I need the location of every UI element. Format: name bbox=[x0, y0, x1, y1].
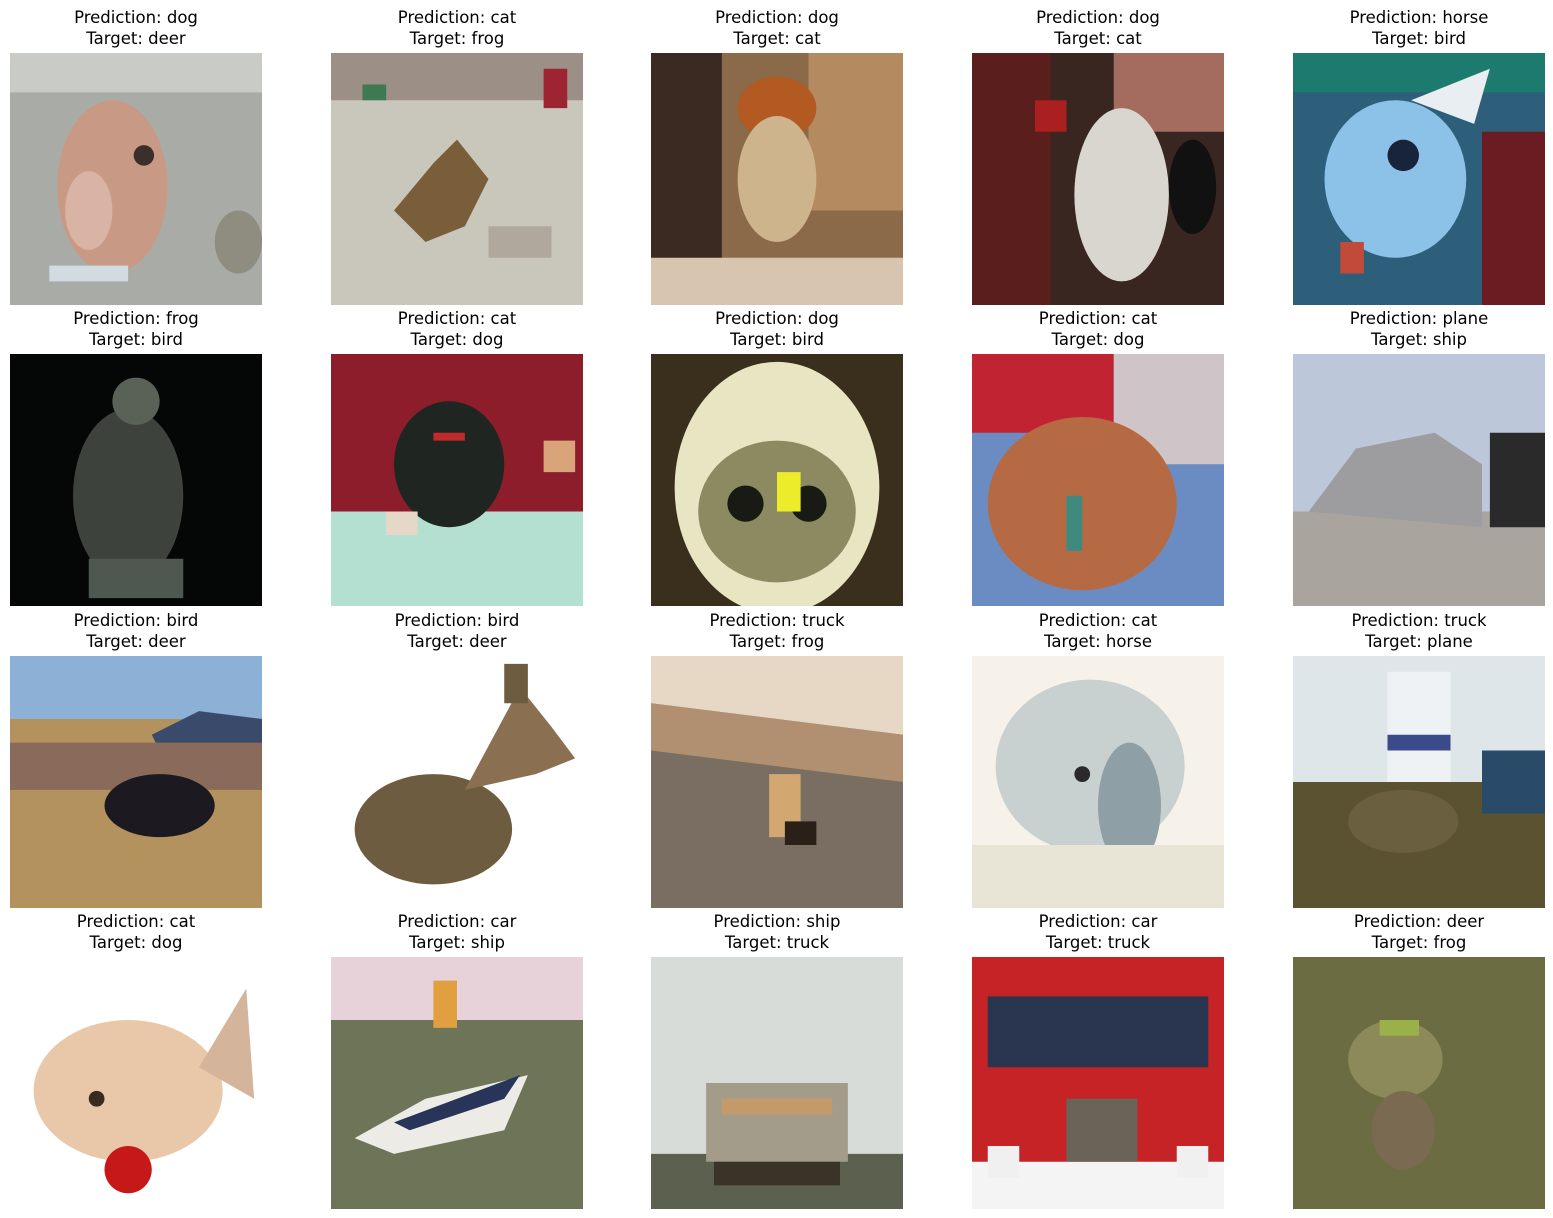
sample-title: Prediction: cat Target: dog bbox=[932, 308, 1264, 350]
target-label: Target: frog bbox=[729, 632, 825, 651]
target-label: Target: bird bbox=[89, 330, 183, 349]
target-label: Target: truck bbox=[724, 933, 830, 952]
sample-title: Prediction: truck Target: plane bbox=[1253, 610, 1553, 652]
sample-title: Prediction: car Target: truck bbox=[932, 911, 1264, 953]
sample-title: Prediction: dog Target: cat bbox=[932, 7, 1264, 49]
sample-title: Prediction: dog Target: deer bbox=[0, 7, 302, 49]
target-label: Target: ship bbox=[1371, 330, 1467, 349]
sample-title: Prediction: bird Target: deer bbox=[291, 610, 623, 652]
prediction-label: Prediction: cat bbox=[1038, 611, 1158, 630]
prediction-label: Prediction: frog bbox=[73, 309, 199, 328]
sample-image bbox=[651, 957, 903, 1209]
prediction-label: Prediction: cat bbox=[397, 309, 517, 328]
prediction-label: Prediction: horse bbox=[1349, 8, 1489, 27]
sample-image bbox=[972, 354, 1224, 606]
sample-title: Prediction: cat Target: dog bbox=[291, 308, 623, 350]
prediction-label: Prediction: car bbox=[1038, 912, 1158, 931]
prediction-label: Prediction: cat bbox=[76, 912, 196, 931]
sample-image bbox=[651, 656, 903, 908]
prediction-label: Prediction: cat bbox=[397, 8, 517, 27]
target-label: Target: dog bbox=[1051, 330, 1145, 349]
prediction-label: Prediction: cat bbox=[1038, 309, 1158, 328]
sample-image bbox=[1293, 53, 1545, 305]
sample-title: Prediction: cat Target: dog bbox=[0, 911, 302, 953]
prediction-label: Prediction: ship bbox=[713, 912, 841, 931]
target-label: Target: deer bbox=[407, 632, 507, 651]
sample-title: Prediction: plane Target: ship bbox=[1253, 308, 1553, 350]
prediction-label: Prediction: deer bbox=[1353, 912, 1485, 931]
sample-image bbox=[10, 957, 262, 1209]
sample-title: Prediction: deer Target: frog bbox=[1253, 911, 1553, 953]
prediction-label: Prediction: truck bbox=[1351, 611, 1487, 630]
sample-image bbox=[972, 957, 1224, 1209]
sample-title: Prediction: truck Target: frog bbox=[611, 610, 943, 652]
sample-image bbox=[651, 354, 903, 606]
target-label: Target: deer bbox=[86, 632, 186, 651]
sample-image bbox=[1293, 354, 1545, 606]
prediction-label: Prediction: plane bbox=[1349, 309, 1489, 328]
sample-image bbox=[651, 53, 903, 305]
target-label: Target: dog bbox=[410, 330, 504, 349]
prediction-label: Prediction: dog bbox=[715, 8, 839, 27]
target-label: Target: truck bbox=[1045, 933, 1151, 952]
sample-image bbox=[331, 656, 583, 908]
sample-title: Prediction: cat Target: horse bbox=[932, 610, 1264, 652]
prediction-label: Prediction: truck bbox=[709, 611, 845, 630]
prediction-label: Prediction: bird bbox=[394, 611, 520, 630]
target-label: Target: frog bbox=[1371, 933, 1467, 952]
sample-title: Prediction: car Target: ship bbox=[291, 911, 623, 953]
sample-image bbox=[10, 656, 262, 908]
prediction-label: Prediction: dog bbox=[715, 309, 839, 328]
sample-image bbox=[1293, 656, 1545, 908]
prediction-label: Prediction: bird bbox=[73, 611, 199, 630]
target-label: Target: horse bbox=[1044, 632, 1152, 651]
sample-image bbox=[972, 53, 1224, 305]
sample-title: Prediction: ship Target: truck bbox=[611, 911, 943, 953]
sample-title: Prediction: bird Target: deer bbox=[0, 610, 302, 652]
sample-title: Prediction: dog Target: bird bbox=[611, 308, 943, 350]
target-label: Target: plane bbox=[1365, 632, 1473, 651]
sample-image bbox=[1293, 957, 1545, 1209]
target-label: Target: cat bbox=[1054, 29, 1142, 48]
target-label: Target: frog bbox=[409, 29, 505, 48]
target-label: Target: bird bbox=[1372, 29, 1466, 48]
sample-image bbox=[331, 53, 583, 305]
sample-title: Prediction: frog Target: bird bbox=[0, 308, 302, 350]
sample-title: Prediction: cat Target: frog bbox=[291, 7, 623, 49]
target-label: Target: cat bbox=[733, 29, 821, 48]
prediction-label: Prediction: dog bbox=[1036, 8, 1160, 27]
target-label: Target: deer bbox=[86, 29, 186, 48]
sample-title: Prediction: horse Target: bird bbox=[1253, 7, 1553, 49]
misclassified-image-grid: Prediction: dog Target: deer Prediction:… bbox=[0, 0, 1553, 1218]
sample-title: Prediction: dog Target: cat bbox=[611, 7, 943, 49]
sample-image bbox=[331, 957, 583, 1209]
sample-image bbox=[10, 53, 262, 305]
prediction-label: Prediction: dog bbox=[74, 8, 198, 27]
target-label: Target: ship bbox=[409, 933, 505, 952]
sample-image bbox=[972, 656, 1224, 908]
target-label: Target: bird bbox=[730, 330, 824, 349]
prediction-label: Prediction: car bbox=[397, 912, 517, 931]
sample-image bbox=[10, 354, 262, 606]
sample-image bbox=[331, 354, 583, 606]
target-label: Target: dog bbox=[89, 933, 183, 952]
